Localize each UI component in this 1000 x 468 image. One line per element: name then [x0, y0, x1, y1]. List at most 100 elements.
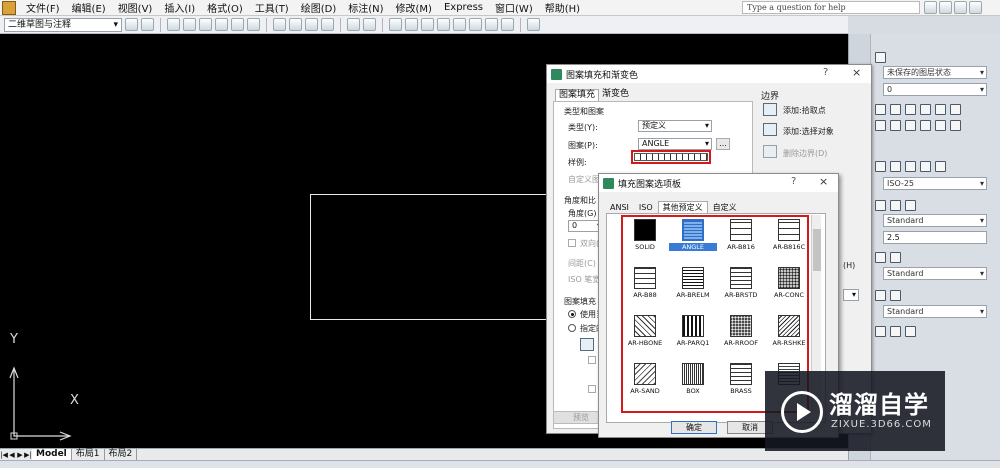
table-icon[interactable]	[920, 120, 931, 131]
menu-express[interactable]: Express	[438, 2, 489, 13]
diameter-dim-icon[interactable]	[935, 161, 946, 172]
remove-boundary-button[interactable]: 删除边界(D)	[783, 148, 827, 159]
tab-layout1[interactable]: 布局1	[72, 448, 105, 461]
menu-view[interactable]: 视图(V)	[112, 0, 159, 15]
menu-window[interactable]: 窗口(W)	[489, 0, 539, 15]
linear-dim-icon[interactable]	[875, 161, 886, 172]
redo-icon[interactable]	[363, 18, 376, 31]
save-icon[interactable]	[199, 18, 212, 31]
zoom-extents-icon[interactable]	[905, 326, 916, 337]
workspace-select[interactable]: 二维草图与注释	[4, 17, 122, 32]
copy-icon[interactable]	[289, 18, 302, 31]
pattern-tile[interactable]: SOLID	[621, 219, 669, 251]
menu-file[interactable]: 文件(F)	[20, 0, 66, 15]
circle-icon[interactable]	[950, 104, 961, 115]
favorites-icon[interactable]	[954, 1, 967, 14]
menu-modify[interactable]: 修改(M)	[390, 0, 438, 15]
rotate-icon[interactable]	[950, 120, 961, 131]
pattern-tile[interactable]: AR-RSHKE	[765, 315, 813, 347]
layer-select[interactable]: 0	[883, 83, 987, 96]
pattern-tile[interactable]: AR-RROOF	[717, 315, 765, 347]
table-style-icon[interactable]	[875, 290, 886, 301]
pattern-tile[interactable]: AR-BRELM	[669, 267, 717, 299]
pattern-swatch[interactable]	[631, 150, 711, 164]
print-icon[interactable]	[215, 18, 228, 31]
pattern-tile[interactable]: AR-HBONE	[621, 315, 669, 347]
pan-icon[interactable]	[389, 18, 402, 31]
pattern-browse-button[interactable]: ...	[716, 138, 730, 150]
pick-points-icon[interactable]	[763, 103, 777, 116]
gradient-icon[interactable]	[890, 120, 901, 131]
angular-dim-icon[interactable]	[905, 161, 916, 172]
sheet-set-icon[interactable]	[469, 18, 482, 31]
multiline-text-icon[interactable]	[905, 200, 916, 211]
layer-properties-icon[interactable]	[875, 52, 886, 63]
undo-icon[interactable]	[347, 18, 360, 31]
text-style-icon[interactable]	[875, 200, 886, 211]
app-icon[interactable]	[2, 0, 16, 15]
menu-format[interactable]: 格式(O)	[201, 0, 249, 15]
tool-palettes-icon[interactable]	[453, 18, 466, 31]
mleader-style-select[interactable]: Standard	[883, 267, 987, 280]
tab-other-predefined[interactable]: 其他预定义	[657, 201, 708, 213]
click-set-origin-icon[interactable]	[580, 338, 594, 351]
dim-style-select[interactable]: ISO-25	[883, 177, 987, 190]
help-search-input[interactable]: Type a question for help	[742, 1, 920, 14]
tab-layout2[interactable]: 布局2	[105, 448, 138, 461]
tab-iso[interactable]: ISO	[634, 201, 658, 213]
rectangle-object[interactable]	[310, 194, 570, 320]
menu-dimension[interactable]: 标注(N)	[342, 0, 389, 15]
next-tab-icon[interactable]: ▶	[16, 451, 24, 459]
store-origin-checkbox[interactable]	[588, 385, 596, 393]
scroll-thumb[interactable]	[813, 229, 821, 271]
pattern-tile[interactable]: AR-PARQ1	[669, 315, 717, 347]
menu-draw[interactable]: 绘图(D)	[295, 0, 343, 15]
layer-state-select[interactable]: 未保存的图层状态	[883, 66, 987, 79]
close-icon[interactable]: ×	[852, 66, 861, 79]
mleader-add-icon[interactable]	[890, 252, 901, 263]
new-file-icon[interactable]	[167, 18, 180, 31]
search-icon[interactable]	[924, 1, 937, 14]
pattern-select[interactable]: ANGLE	[638, 138, 712, 150]
text-style-select[interactable]: Standard	[883, 214, 987, 227]
type-select[interactable]: 预定义	[638, 120, 712, 132]
palette-dialog-titlebar[interactable]: 填充图案选项板	[599, 174, 838, 192]
text-height-input[interactable]: 2.5	[883, 231, 987, 244]
remove-boundary-icon[interactable]	[763, 145, 777, 158]
pattern-tile[interactable]: BOX	[669, 363, 717, 395]
pan-realtime-icon[interactable]	[875, 326, 886, 337]
add-select-objects-button[interactable]: 添加:选择对象	[783, 126, 834, 137]
last-tab-icon[interactable]: ▶|	[24, 451, 32, 459]
menu-tools[interactable]: 工具(T)	[249, 0, 295, 15]
hatch-icon[interactable]	[875, 120, 886, 131]
match-properties-icon[interactable]	[321, 18, 334, 31]
zoom-window-icon[interactable]	[890, 326, 901, 337]
communication-center-icon[interactable]	[939, 1, 952, 14]
first-tab-icon[interactable]: |◀	[0, 451, 8, 459]
line-icon[interactable]	[875, 104, 886, 115]
pattern-tile[interactable]: ANGLE	[669, 219, 717, 251]
open-file-icon[interactable]	[183, 18, 196, 31]
zoom-icon[interactable]	[405, 18, 418, 31]
tab-model[interactable]: Model	[32, 448, 72, 461]
pattern-tile[interactable]: AR-SAND	[621, 363, 669, 395]
rectangle-icon[interactable]	[920, 104, 931, 115]
single-text-icon[interactable]	[890, 200, 901, 211]
cut-icon[interactable]	[273, 18, 286, 31]
help-question-icon[interactable]: ?	[823, 67, 828, 78]
help-icon[interactable]	[969, 1, 982, 14]
properties-icon[interactable]	[421, 18, 434, 31]
palette-close-icon[interactable]: ×	[819, 175, 828, 188]
paste-icon[interactable]	[305, 18, 318, 31]
calculator-icon[interactable]	[501, 18, 514, 31]
tab-ansi[interactable]: ANSI	[605, 201, 634, 213]
tab-hatch[interactable]: 图案填充	[555, 89, 600, 101]
polyline-icon[interactable]	[890, 104, 901, 115]
ok-button[interactable]: 确定	[671, 421, 717, 434]
default-extents-checkbox[interactable]	[588, 356, 596, 364]
pattern-tile[interactable]: AR-CONC	[765, 267, 813, 299]
workspace-settings-icon[interactable]	[125, 18, 138, 31]
publish-icon[interactable]	[247, 18, 260, 31]
double-checkbox[interactable]	[568, 239, 576, 247]
table-insert-icon[interactable]	[890, 290, 901, 301]
